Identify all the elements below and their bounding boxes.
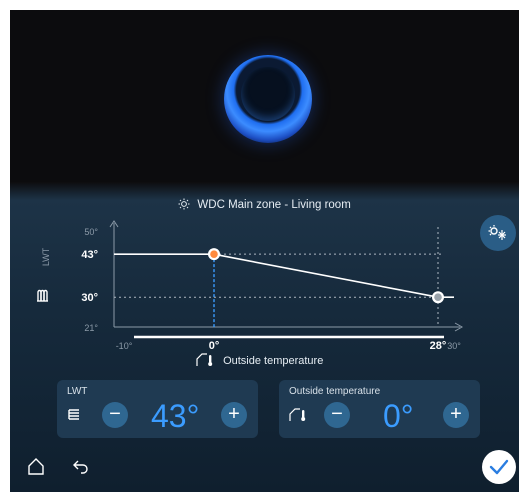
x-axis-title: Outside temperature bbox=[196, 353, 323, 367]
outdoor-thermometer-icon bbox=[289, 408, 306, 421]
outdoor-thermometer-icon bbox=[196, 353, 213, 366]
lwt-panel-title: LWT bbox=[67, 386, 88, 397]
x-tick-label: 0° bbox=[209, 340, 220, 352]
x-tick-label: -10° bbox=[116, 341, 133, 351]
confirm-button[interactable] bbox=[482, 450, 516, 484]
home-icon[interactable] bbox=[26, 456, 46, 476]
lwt-value: 43° bbox=[151, 398, 200, 434]
heating-curve-line bbox=[114, 253, 454, 299]
outside-temp-panel: Outside temperature − 0° + bbox=[279, 380, 480, 438]
curve-point-1 bbox=[210, 250, 218, 258]
curve-point-2 bbox=[434, 293, 442, 302]
x-tick-label: 30° bbox=[447, 341, 461, 351]
outside-decrease-button[interactable]: − bbox=[324, 402, 350, 428]
lwt-increase-button[interactable]: + bbox=[221, 402, 247, 428]
y-tick-label: 30° bbox=[81, 292, 98, 304]
x-axis-label: Outside temperature bbox=[223, 355, 324, 367]
radiator-icon bbox=[68, 409, 79, 420]
y-tick-label: 50° bbox=[84, 227, 98, 237]
lwt-decrease-button[interactable]: − bbox=[102, 402, 128, 428]
device-screen: WDC Main zone - Living room LWT 50° 43° 30… bbox=[10, 10, 519, 492]
back-icon[interactable] bbox=[71, 456, 91, 476]
outside-increase-button[interactable]: + bbox=[443, 402, 469, 428]
outside-value: 0° bbox=[383, 398, 414, 434]
lwt-panel: LWT − 43° + bbox=[57, 380, 258, 438]
y-tick-label: 43° bbox=[81, 249, 98, 261]
y-tick-label: 21° bbox=[84, 323, 98, 333]
x-tick-label: 28° bbox=[430, 340, 447, 352]
outside-temp-panel-title: Outside temperature bbox=[289, 386, 381, 397]
check-icon bbox=[489, 459, 509, 475]
